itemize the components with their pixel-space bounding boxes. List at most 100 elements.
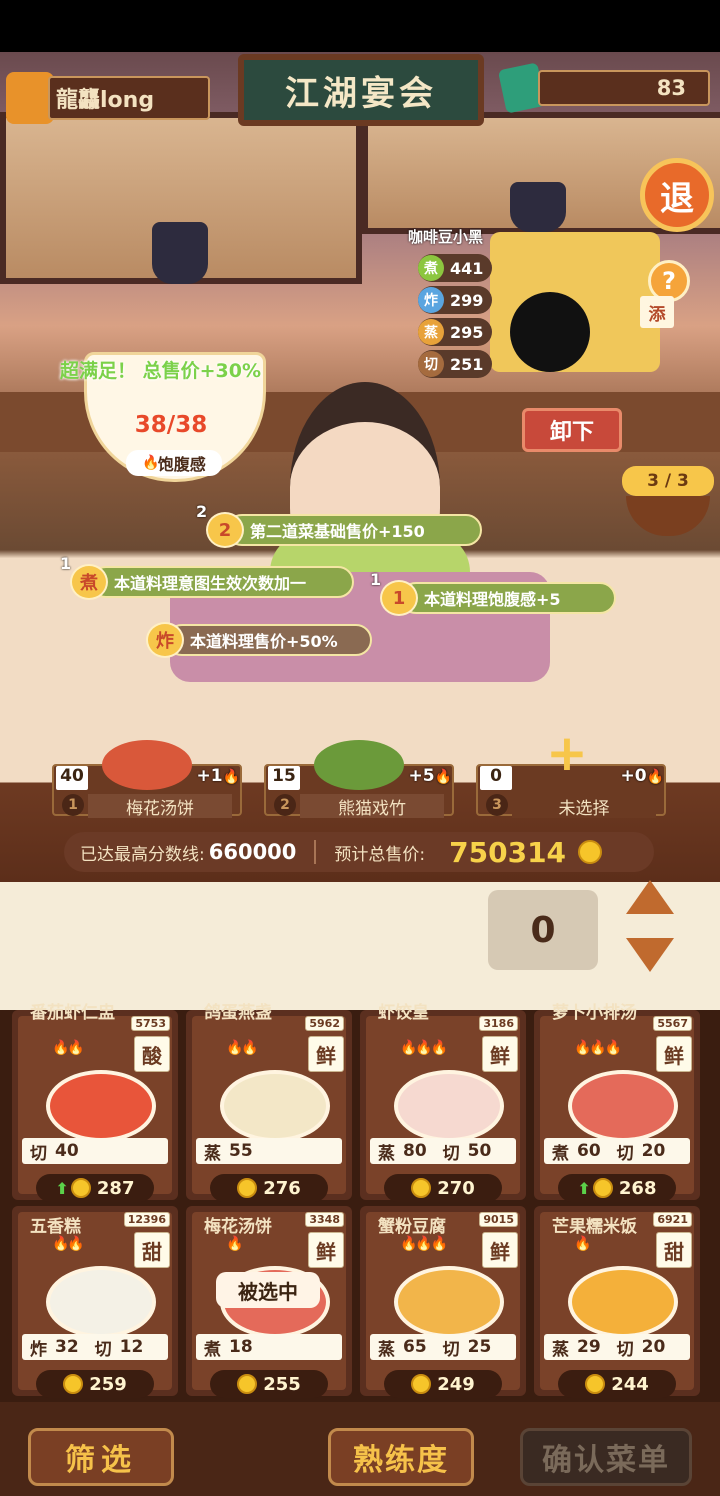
dish-stats: 蒸 80 切 50 bbox=[370, 1138, 516, 1164]
dish-slot[interactable]: +0 +0🔥 3 未选择 bbox=[476, 724, 666, 824]
slot-name: 熊猫戏竹 bbox=[300, 794, 444, 819]
menu-dish-card[interactable]: 芒果糯米饭 6921 甜 🔥 蒸 29 切 20 244 bbox=[534, 1206, 700, 1398]
price-value: 268 bbox=[618, 1177, 657, 1199]
stat-method: 炸 bbox=[30, 1339, 47, 1360]
proficiency-button[interactable]: 熟练度 bbox=[328, 1428, 474, 1486]
menu-dish-card[interactable]: 萝卜小排汤 5567 鲜 🔥🔥🔥 煮 60 切 20 ⬆ 268 bbox=[534, 1003, 700, 1202]
price-value: 249 bbox=[437, 1373, 475, 1395]
cook-method-icon: 蒸 bbox=[418, 319, 444, 345]
bonus-badge: 1 bbox=[60, 554, 72, 573]
fullness-flames-icon: 🔥 bbox=[574, 1236, 591, 1252]
dish-stats: 煮 18 bbox=[196, 1334, 342, 1360]
bonus-badge: 2 bbox=[196, 502, 208, 521]
dish-image bbox=[568, 1266, 678, 1338]
add-dish-icon[interactable]: + bbox=[546, 724, 588, 782]
menu-dish-card[interactable]: 虾饺皇 3186 鲜 🔥🔥🔥 蒸 80 切 50 270 bbox=[360, 1003, 526, 1202]
dish-price: ⬆ 287 bbox=[36, 1174, 154, 1202]
slot-index: 3 bbox=[486, 794, 508, 816]
dish-price: 244 bbox=[558, 1370, 676, 1398]
stat-method: 切 bbox=[616, 1143, 634, 1164]
dish-image bbox=[46, 1266, 156, 1338]
dish-price: ⬆ 268 bbox=[558, 1174, 676, 1202]
stat-value: 25 bbox=[467, 1337, 492, 1357]
slot-index: 2 bbox=[274, 794, 296, 816]
npc-coffee-bean bbox=[510, 292, 590, 372]
dish-price: 276 bbox=[210, 1174, 328, 1202]
fullness-flames-icon: 🔥🔥 bbox=[226, 1040, 259, 1056]
hanging-bell bbox=[152, 222, 208, 284]
slot-fullness: +1🔥 bbox=[196, 766, 240, 786]
dish-stats: 蒸 65 切 25 bbox=[370, 1334, 516, 1360]
dish-id: 12396 bbox=[123, 1212, 170, 1227]
npc-stat-value: 251 bbox=[450, 354, 484, 374]
stat-value: 32 bbox=[55, 1337, 79, 1357]
coin-icon bbox=[585, 1374, 606, 1394]
dish-id: 5962 bbox=[305, 1016, 344, 1031]
dish-taste: 鲜 bbox=[482, 1036, 518, 1072]
dish-name: 鸽蛋燕盏 bbox=[204, 1003, 272, 1023]
fullness-flames-icon: 🔥🔥🔥 bbox=[400, 1040, 448, 1056]
bonus-text: 本道料理售价+50% bbox=[166, 624, 372, 656]
menu-dish-card[interactable]: 蟹粉豆腐 9015 鲜 🔥🔥🔥 蒸 65 切 25 249 bbox=[360, 1206, 526, 1398]
confirm-menu-button[interactable]: 确认菜单 bbox=[520, 1428, 692, 1486]
dish-slot[interactable]: 40 +1🔥 1 梅花汤饼 bbox=[52, 740, 242, 824]
coin-icon bbox=[592, 1178, 613, 1198]
coin-icon bbox=[237, 1374, 258, 1394]
menu-dish-card[interactable]: 鸽蛋燕盏 5962 鲜 🔥🔥 蒸 55 276 bbox=[186, 1003, 352, 1202]
price-value: 244 bbox=[611, 1373, 649, 1395]
stat-method: 煮 bbox=[204, 1339, 221, 1360]
menu-dish-card[interactable]: 梅花汤饼 3348 鲜 🔥 煮 18 255 被选中 bbox=[186, 1206, 352, 1398]
player-avatar[interactable] bbox=[6, 72, 54, 124]
player-name[interactable]: 龍龘long bbox=[48, 76, 210, 120]
slot-count: 40 bbox=[56, 766, 88, 790]
menu-dish-card[interactable]: 五香糕 12396 甜 🔥🔥 炸 32 切 12 259 bbox=[12, 1206, 178, 1398]
stat-value: 20 bbox=[641, 1141, 666, 1161]
dish-price: 270 bbox=[384, 1174, 502, 1202]
slot-index: 1 bbox=[62, 794, 84, 816]
quantity-display[interactable]: 0 bbox=[488, 890, 598, 970]
dish-name: 蟹粉豆腐 bbox=[378, 1217, 446, 1237]
menu-dish-card[interactable]: 番茄虾仁盅 5753 酸 🔥🔥 切 40 ⬆ 287 bbox=[12, 1003, 178, 1202]
dish-image bbox=[46, 1070, 156, 1142]
cook-method-icon: 切 bbox=[418, 351, 444, 377]
slot-fullness: +0🔥 bbox=[620, 766, 664, 786]
dish-id: 9015 bbox=[479, 1212, 518, 1227]
dish-id: 5567 bbox=[653, 1016, 692, 1031]
npc-stat-row: 炸 299 bbox=[418, 286, 492, 314]
decrease-arrow-icon[interactable] bbox=[626, 938, 674, 972]
fullness-value: 38/38 bbox=[134, 412, 208, 438]
coin-icon bbox=[237, 1178, 258, 1198]
dish-slot[interactable]: 15 +5🔥 2 熊猫戏竹 bbox=[264, 740, 454, 824]
slot-count: 0 bbox=[480, 766, 512, 790]
exit-button[interactable]: 退 bbox=[640, 158, 714, 232]
dish-id: 5753 bbox=[131, 1016, 170, 1031]
satisfaction-text: 超满足！ 总售价+30% bbox=[60, 360, 262, 382]
dish-image bbox=[220, 1070, 330, 1142]
dish-taste: 鲜 bbox=[482, 1232, 518, 1268]
dish-image bbox=[394, 1266, 504, 1338]
flame-icon: 🔥 bbox=[222, 769, 240, 785]
dish-name: 虾饺皇 bbox=[378, 1003, 429, 1023]
fullness-label-box: 🔥 饱腹感 bbox=[126, 450, 222, 476]
filter-button[interactable]: 筛选 bbox=[28, 1428, 174, 1486]
best-score-label: 已达最高分数线: bbox=[80, 844, 205, 865]
dish-name: 芒果糯米饭 bbox=[552, 1217, 637, 1237]
coin-icon bbox=[70, 1178, 91, 1198]
stat-method: 切 bbox=[442, 1339, 460, 1360]
slot-fullness-value: +0 bbox=[620, 766, 647, 786]
add-sign[interactable]: 添 bbox=[640, 296, 674, 328]
hanging-bell bbox=[510, 182, 566, 232]
bonus-text: 本道料理饱腹感+5 bbox=[400, 582, 616, 614]
dish-id: 3348 bbox=[305, 1212, 344, 1227]
stat-method: 蒸 bbox=[378, 1143, 395, 1164]
slot-fullness-value: +1 bbox=[196, 766, 223, 786]
npc-stat-value: 295 bbox=[450, 322, 484, 342]
increase-arrow-icon[interactable] bbox=[626, 880, 674, 914]
coin-icon bbox=[63, 1374, 84, 1394]
dish-taste: 鲜 bbox=[308, 1036, 344, 1072]
dish-taste: 甜 bbox=[134, 1232, 170, 1268]
price-value: 270 bbox=[437, 1177, 475, 1199]
unload-button[interactable]: 卸下 bbox=[522, 408, 622, 452]
dish-price: 255 bbox=[210, 1370, 328, 1398]
slot-fullness: +5🔥 bbox=[408, 766, 452, 786]
